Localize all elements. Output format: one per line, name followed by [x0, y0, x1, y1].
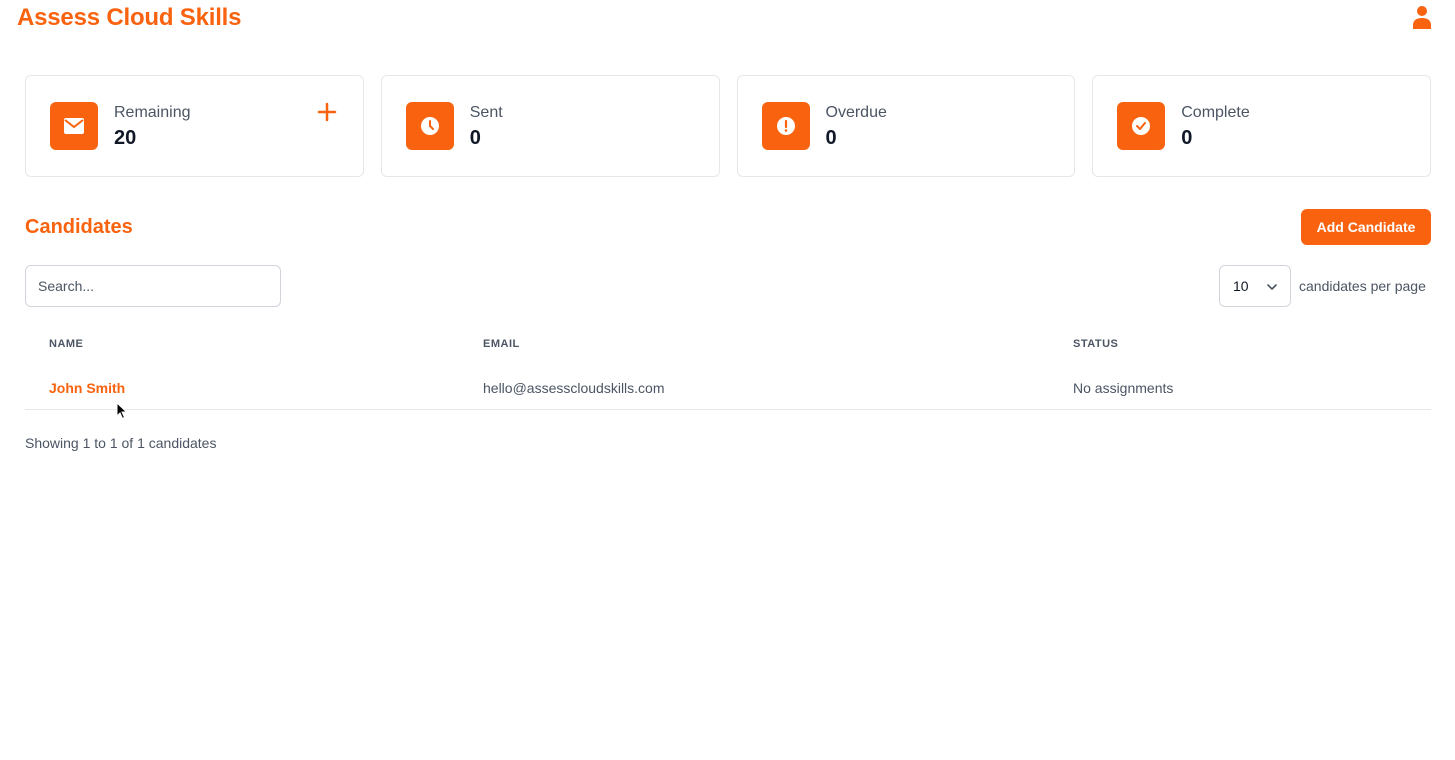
- stat-label: Overdue: [825, 104, 887, 121]
- exclamation-icon: [761, 102, 810, 150]
- stats-row: Remaining 20 Sent 0 Overdue 0 Complete 0: [25, 75, 1431, 177]
- stat-value: 0: [825, 127, 837, 149]
- stat-label: Sent: [469, 104, 503, 121]
- per-page-select[interactable]: 10: [1219, 265, 1291, 307]
- stat-value: 0: [1181, 127, 1193, 149]
- stat-label: Remaining: [114, 104, 191, 121]
- candidates-table: NAME EMAIL STATUS John Smith hello@asses…: [25, 326, 1431, 410]
- check-circle-icon: [1117, 102, 1166, 150]
- stat-card-remaining: Remaining 20: [25, 75, 364, 177]
- envelope-icon: [50, 102, 98, 150]
- user-icon[interactable]: [1413, 5, 1431, 29]
- stat-card-sent: Sent 0: [380, 75, 720, 177]
- chevron-down-icon: [1267, 284, 1277, 290]
- stat-label: Complete: [1181, 104, 1250, 121]
- stat-card-complete: Complete 0: [1092, 75, 1431, 177]
- per-page-value: 10: [1233, 278, 1249, 294]
- mouse-cursor-icon: [116, 402, 128, 420]
- stat-value: 0: [469, 127, 481, 149]
- candidate-status: No assignments: [1073, 380, 1174, 396]
- stat-card-overdue: Overdue 0: [736, 75, 1076, 177]
- add-candidate-button[interactable]: Add Candidate: [1301, 209, 1431, 245]
- search-input[interactable]: [25, 265, 281, 307]
- table-header: NAME EMAIL STATUS: [25, 326, 1431, 362]
- per-page-label: candidates per page: [1299, 278, 1426, 294]
- clock-icon: [405, 102, 454, 150]
- pagination-info: Showing 1 to 1 of 1 candidates: [25, 435, 217, 451]
- candidate-name-link[interactable]: John Smith: [49, 380, 125, 396]
- column-header-name[interactable]: NAME: [49, 338, 83, 350]
- table-row[interactable]: John Smith hello@assesscloudskills.com N…: [25, 362, 1431, 410]
- app-title: Assess Cloud Skills: [17, 4, 242, 31]
- section-title: Candidates: [25, 216, 133, 238]
- candidate-email: hello@assesscloudskills.com: [483, 380, 665, 396]
- column-header-email[interactable]: EMAIL: [483, 338, 520, 350]
- add-credits-button[interactable]: [317, 102, 337, 122]
- stat-value: 20: [114, 127, 137, 149]
- column-header-status[interactable]: STATUS: [1073, 338, 1118, 350]
